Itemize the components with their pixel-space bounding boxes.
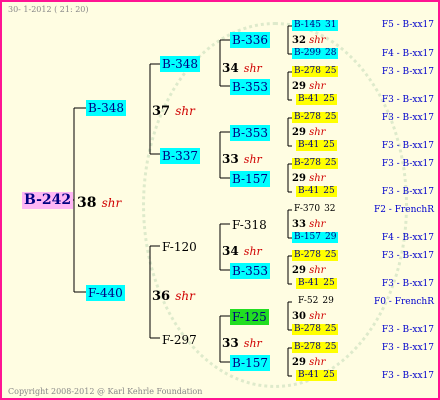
gen1-mother-generation: 37 shr	[152, 104, 195, 119]
gen4-node[interactable]: B-157 29	[292, 232, 339, 243]
root-queen[interactable]: B-242	[22, 192, 74, 209]
gen4-line-label: F3 - B-xx17	[381, 279, 434, 289]
gen4-line-label: F3 - B-xx17	[381, 67, 434, 77]
gen2-node[interactable]: F-297	[160, 332, 199, 348]
gen2-generation: 33 shr	[222, 152, 262, 166]
gen3-generation: 29 shr	[292, 81, 326, 92]
gen2-generation: 34 shr	[222, 61, 262, 75]
gen3-generation: 29 shr	[292, 173, 326, 184]
gen4-line-label: F3 - B-xx17	[381, 95, 434, 105]
gen3-generation: 29 shr	[292, 357, 326, 368]
gen4-node[interactable]: B-145 31	[292, 20, 339, 31]
footer-copyright: Copyright 2008-2012 @ Karl Kehrle Founda…	[8, 387, 203, 396]
gen3-generation: 30 shr	[292, 311, 326, 322]
gen3-node[interactable]: B-353	[230, 263, 270, 279]
gen3-node[interactable]: B-336	[230, 32, 270, 48]
gen2-node[interactable]: B-337	[160, 148, 200, 164]
gen1-mother[interactable]: B-348	[86, 100, 126, 116]
gen4-line-label: F2 - FrenchR	[373, 205, 434, 215]
gen4-node[interactable]: B-41 25	[296, 140, 337, 151]
gen1-father-generation: 36 shr	[152, 289, 195, 304]
gen3-node[interactable]: B-353	[230, 79, 270, 95]
gen4-node[interactable]: B-41 25	[296, 94, 337, 105]
root-generation: 38 shr	[77, 195, 122, 211]
gen2-node[interactable]: B-348	[160, 56, 200, 72]
gen4-node[interactable]: B-278 25	[292, 342, 339, 353]
gen2-generation: 34 shr	[222, 244, 262, 258]
gen2-node[interactable]: F-120	[160, 239, 199, 255]
gen3-node[interactable]: B-157	[230, 355, 270, 371]
gen4-line-label: F3 - B-xx17	[381, 159, 434, 169]
gen1-father[interactable]: F-440	[86, 285, 125, 301]
gen3-generation: 29 shr	[292, 265, 326, 276]
gen3-node[interactable]: F-125	[230, 309, 269, 325]
gen4-node[interactable]: B-278 25	[292, 66, 339, 77]
gen4-line-label: F4 - B-xx17	[381, 49, 434, 59]
gen3-node[interactable]: F-318	[230, 217, 269, 233]
gen3-generation: 32 shr	[292, 35, 326, 46]
gen3-generation: 33 shr	[292, 219, 326, 230]
gen4-node[interactable]: B-41 25	[296, 370, 337, 381]
gen4-node[interactable]: B-278 25	[292, 250, 339, 261]
gen4-node[interactable]: B-278 25	[292, 112, 339, 123]
gen3-node[interactable]: B-353	[230, 125, 270, 141]
gen4-node[interactable]: B-299 28	[292, 48, 339, 59]
gen4-node[interactable]: B-278 25	[292, 158, 339, 169]
gen3-generation: 29 shr	[292, 127, 326, 138]
gen4-node[interactable]: F-52 29	[296, 296, 336, 307]
gen4-node[interactable]: F-370 32	[292, 204, 338, 215]
gen4-line-label: F3 - B-xx17	[381, 371, 434, 381]
gen4-line-label: F3 - B-xx17	[381, 343, 434, 353]
gen4-line-label: F3 - B-xx17	[381, 113, 434, 123]
gen4-node[interactable]: B-41 25	[296, 278, 337, 289]
pedigree-frame: 30- 1-2012 ( 21: 20) B-242 38 shr B-348 …	[0, 0, 440, 400]
gen4-line-label: F3 - B-xx17	[381, 187, 434, 197]
gen4-line-label: F3 - B-xx17	[381, 325, 434, 335]
gen4-line-label: F4 - B-xx17	[381, 233, 434, 243]
gen4-line-label: F3 - B-xx17	[381, 141, 434, 151]
gen2-generation: 33 shr	[222, 336, 262, 350]
gen3-node[interactable]: B-157	[230, 171, 270, 187]
gen4-node[interactable]: B-41 25	[296, 186, 337, 197]
gen4-node[interactable]: B-278 25	[292, 324, 339, 335]
gen4-line-label: F5 - B-xx17	[381, 20, 434, 30]
gen4-line-label: F0 - FrenchR	[373, 297, 434, 307]
gen4-line-label: F3 - B-xx17	[381, 251, 434, 261]
